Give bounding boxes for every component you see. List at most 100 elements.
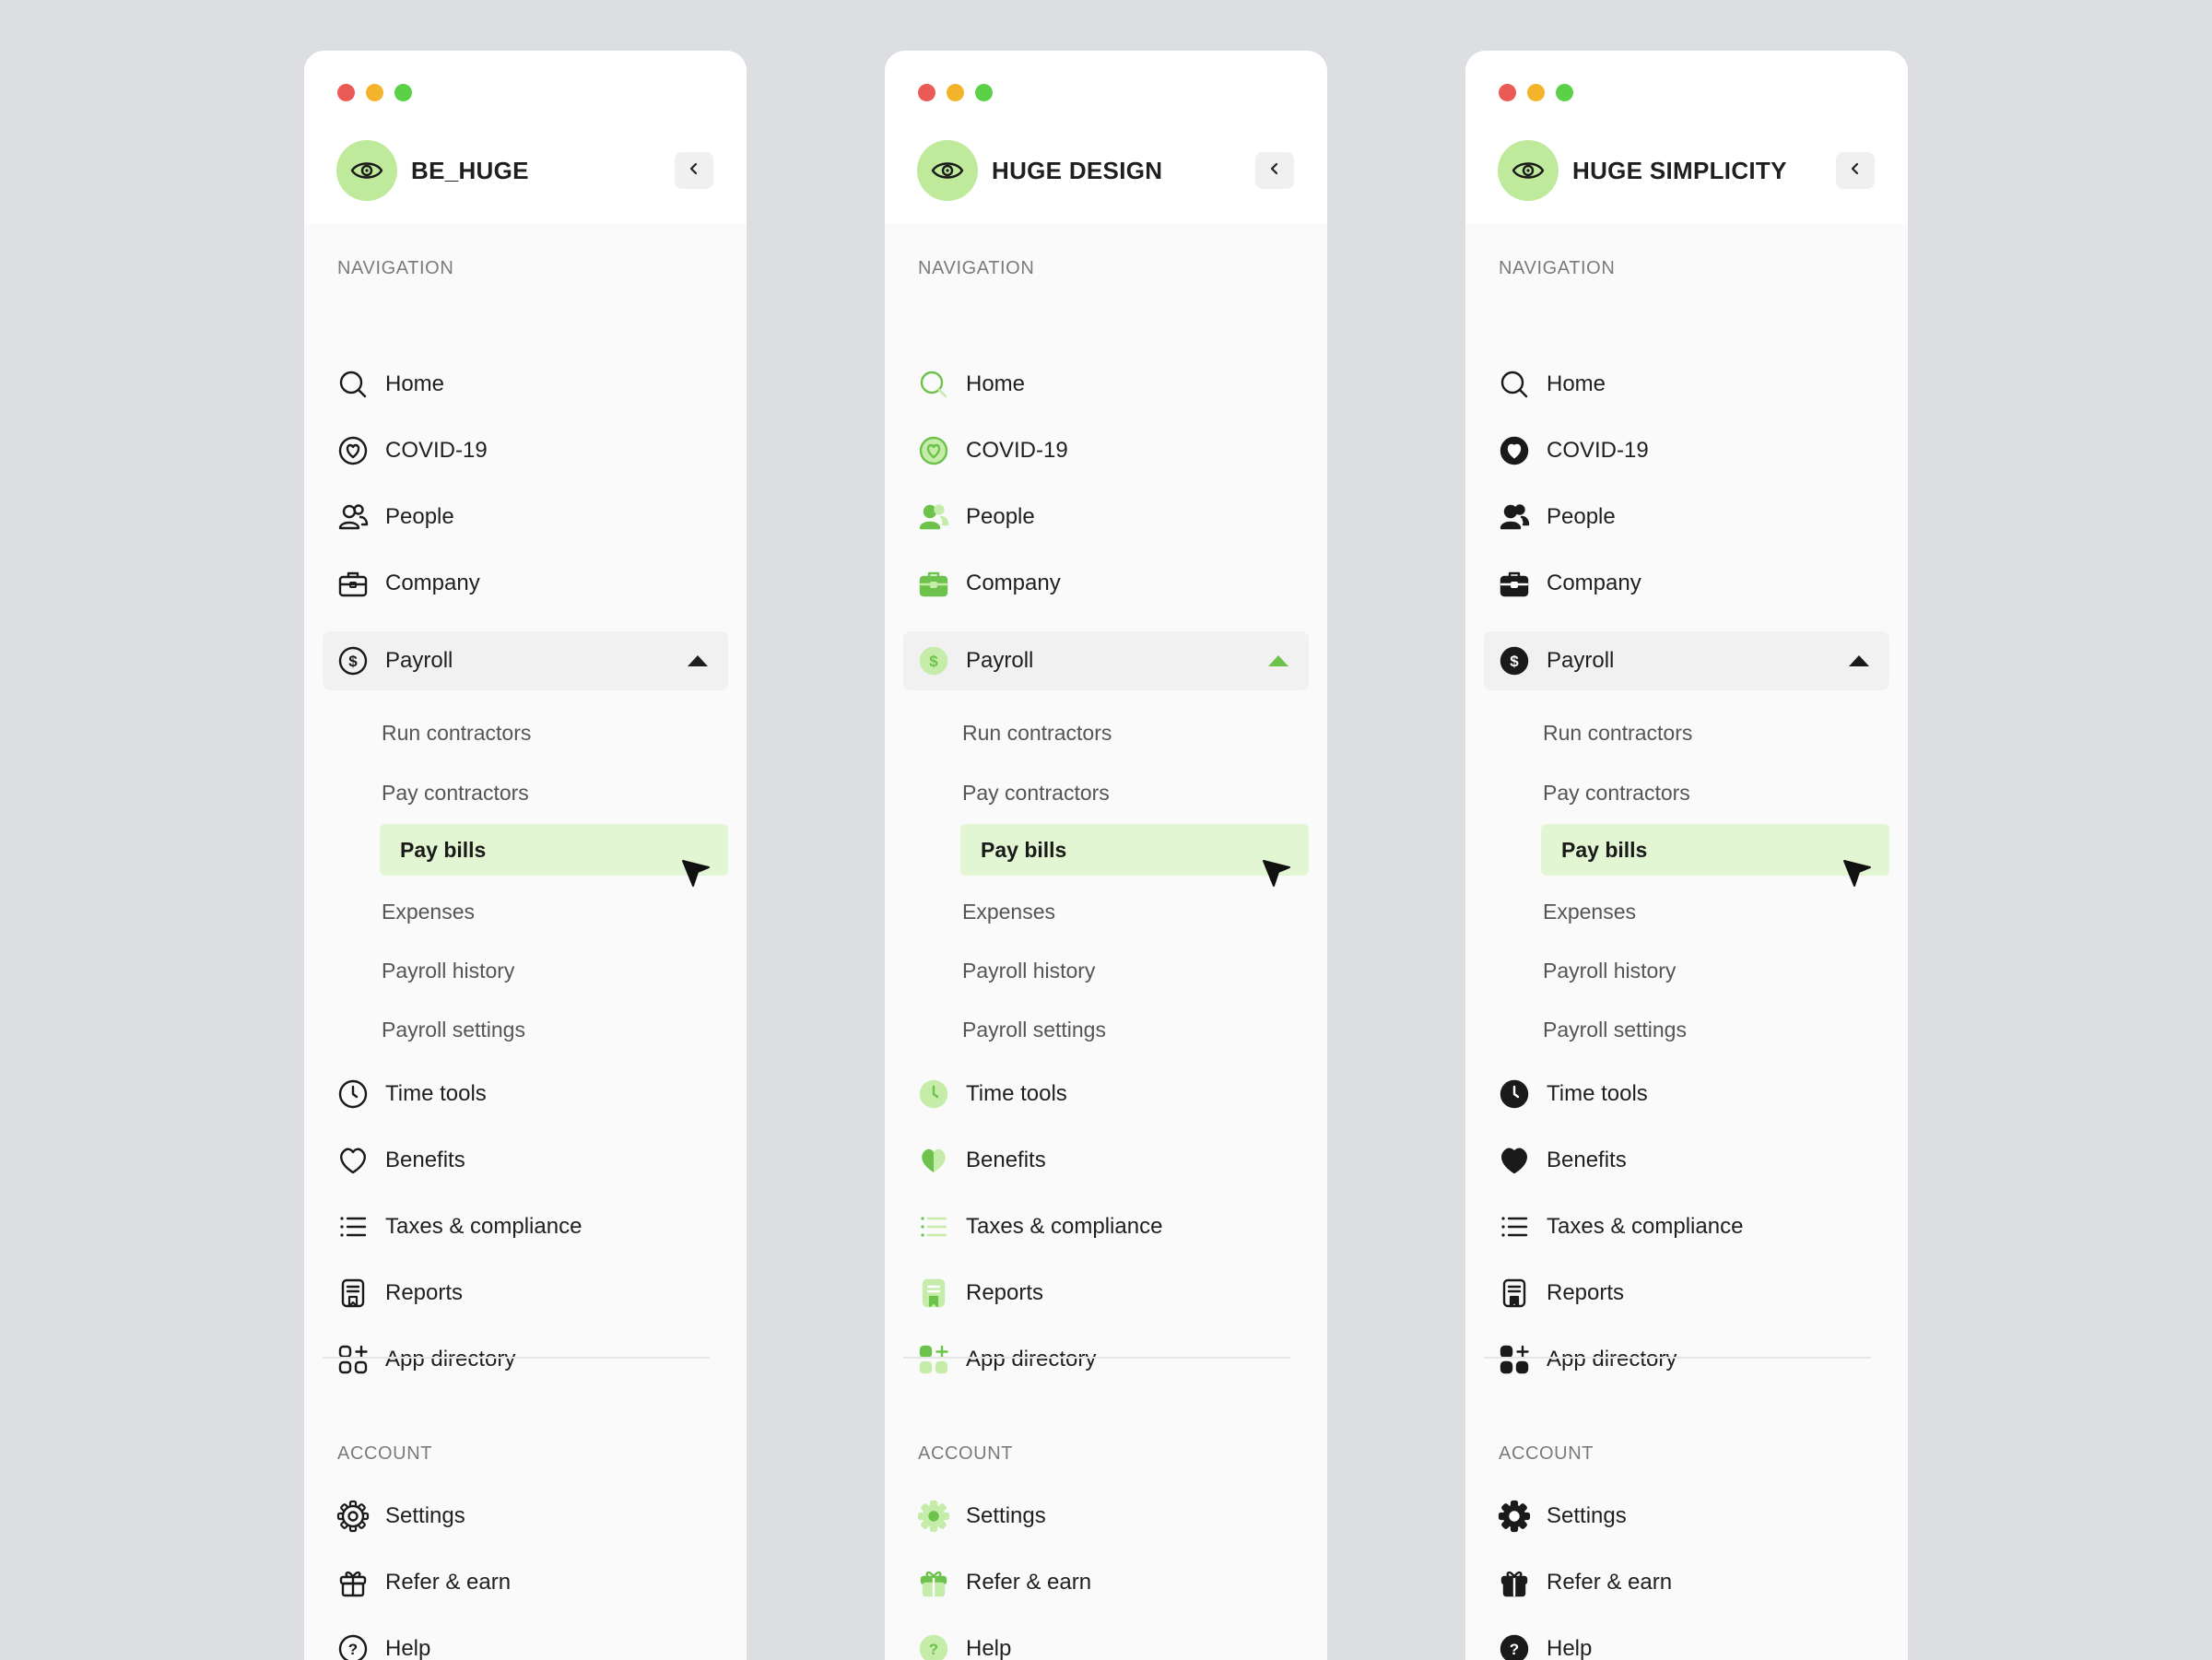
sidebar-item-reports[interactable]: Reports <box>1484 1264 1889 1323</box>
submenu-item-payroll-settings[interactable]: Payroll settings <box>1543 1004 1889 1055</box>
caret-up-icon[interactable] <box>1849 655 1869 666</box>
account-item-refer-earn[interactable]: Refer & earn <box>323 1553 728 1612</box>
account-item-refer-earn[interactable]: Refer & earn <box>903 1553 1309 1612</box>
submenu-item-payroll-history[interactable]: Payroll history <box>962 945 1309 996</box>
submenu-item-run-contractors[interactable]: Run contractors <box>962 707 1309 759</box>
maximize-window-button[interactable] <box>394 84 412 101</box>
sidebar-item-taxes-compliance[interactable]: Taxes & compliance <box>1484 1197 1889 1256</box>
sidebar-item-reports[interactable]: Reports <box>903 1264 1309 1323</box>
submenu-item-pay-bills[interactable]: Pay bills <box>960 824 1309 887</box>
close-window-button[interactable] <box>337 84 355 101</box>
list-icon <box>916 1209 951 1244</box>
account-item-label: Settings <box>385 1503 465 1528</box>
close-window-button[interactable] <box>1499 84 1516 101</box>
submenu-item-pay-bills[interactable]: Pay bills <box>1541 824 1889 887</box>
submenu-item-expenses[interactable]: Expenses <box>1543 886 1889 937</box>
submenu-item-payroll-settings[interactable]: Payroll settings <box>962 1004 1309 1055</box>
maximize-window-button[interactable] <box>975 84 993 101</box>
sidebar-item-app-directory[interactable]: App directory <box>903 1330 1309 1389</box>
sidebar-item-benefits[interactable]: Benefits <box>903 1131 1309 1190</box>
collapse-sidebar-button[interactable] <box>1255 152 1294 189</box>
submenu-item-payroll-history[interactable]: Payroll history <box>382 945 728 996</box>
sidebar-item-company[interactable]: Company <box>323 554 728 613</box>
minimize-window-button[interactable] <box>366 84 383 101</box>
account-item-label: Settings <box>966 1503 1046 1528</box>
account-item-settings[interactable]: Settings <box>1484 1487 1889 1546</box>
help-circle-icon: ? <box>335 1631 371 1660</box>
svg-text:$: $ <box>1510 653 1519 670</box>
account-item-help[interactable]: ? Help <box>1484 1619 1889 1660</box>
account-item-label: Refer & earn <box>385 1570 512 1595</box>
submenu-item-expenses[interactable]: Expenses <box>382 886 728 937</box>
sidebar-item-taxes-compliance[interactable]: Taxes & compliance <box>323 1197 728 1256</box>
submenu-item-run-contractors[interactable]: Run contractors <box>382 707 728 759</box>
sidebar-item-reports[interactable]: Reports <box>323 1264 728 1323</box>
sidebar-item-taxes-compliance[interactable]: Taxes & compliance <box>903 1197 1309 1256</box>
sidebar-item-app-directory[interactable]: App directory <box>323 1330 728 1389</box>
reports-icon <box>335 1276 371 1311</box>
submenu-item-expenses[interactable]: Expenses <box>962 886 1309 937</box>
caret-up-icon[interactable] <box>1268 655 1288 666</box>
sidebar-item-time-tools[interactable]: Time tools <box>323 1065 728 1124</box>
submenu-item-label: Pay bills <box>1561 838 1648 862</box>
submenu-item-label: Run contractors <box>962 721 1112 745</box>
sidebar-item-label: Time tools <box>385 1081 487 1106</box>
submenu-item-payroll-history[interactable]: Payroll history <box>1543 945 1889 996</box>
covid-heart-icon <box>1497 433 1532 468</box>
sidebar-item-label: Payroll <box>966 648 1034 673</box>
submenu-item-label: Payroll history <box>382 959 515 983</box>
gift-icon <box>1497 1565 1532 1600</box>
account-item-label: Help <box>1547 1636 1593 1660</box>
submenu-item-pay-contractors[interactable]: Pay contractors <box>382 767 728 818</box>
sidebar-item-covid-19[interactable]: COVID-19 <box>903 421 1309 480</box>
sidebar-item-app-directory[interactable]: App directory <box>1484 1330 1889 1389</box>
collapse-sidebar-button[interactable] <box>1836 152 1875 189</box>
sidebar-item-covid-19[interactable]: COVID-19 <box>323 421 728 480</box>
account-item-help[interactable]: ? Help <box>903 1619 1309 1660</box>
sidebar-item-label: Benefits <box>966 1148 1046 1172</box>
section-divider <box>1484 1357 1871 1359</box>
sidebar-item-payroll[interactable]: $ Payroll <box>323 631 728 690</box>
account-item-label: Refer & earn <box>1547 1570 1673 1595</box>
sidebar-item-home[interactable]: Home <box>1484 355 1889 414</box>
sidebar-item-label: Reports <box>1547 1280 1625 1305</box>
submenu-item-pay-contractors[interactable]: Pay contractors <box>962 767 1309 818</box>
submenu-item-pay-contractors[interactable]: Pay contractors <box>1543 767 1889 818</box>
sidebar-item-people[interactable]: People <box>1484 488 1889 547</box>
submenu-item-label: Pay contractors <box>382 781 529 805</box>
sidebar-item-home[interactable]: Home <box>903 355 1309 414</box>
sidebar-item-payroll[interactable]: $ Payroll <box>1484 631 1889 690</box>
sidebar-item-people[interactable]: People <box>323 488 728 547</box>
minimize-window-button[interactable] <box>947 84 964 101</box>
submenu-item-payroll-settings[interactable]: Payroll settings <box>382 1004 728 1055</box>
submenu-item-pay-bills[interactable]: Pay bills <box>380 824 728 887</box>
maximize-window-button[interactable] <box>1556 84 1573 101</box>
account-item-settings[interactable]: Settings <box>903 1487 1309 1546</box>
sidebar-item-benefits[interactable]: Benefits <box>1484 1131 1889 1190</box>
submenu-item-run-contractors[interactable]: Run contractors <box>1543 707 1889 759</box>
sidebar-item-company[interactable]: Company <box>1484 554 1889 613</box>
sidebar-item-benefits[interactable]: Benefits <box>323 1131 728 1190</box>
sidebar-item-home[interactable]: Home <box>323 355 728 414</box>
close-window-button[interactable] <box>918 84 935 101</box>
account-item-refer-earn[interactable]: Refer & earn <box>1484 1553 1889 1612</box>
sidebar-item-label: Company <box>966 571 1061 595</box>
sidebar-item-time-tools[interactable]: Time tools <box>1484 1065 1889 1124</box>
submenu-item-label: Payroll history <box>962 959 1096 983</box>
caret-up-icon[interactable] <box>688 655 708 666</box>
sidebar-item-company[interactable]: Company <box>903 554 1309 613</box>
account-item-help[interactable]: ? Help <box>323 1619 728 1660</box>
submenu-item-label: Pay bills <box>981 838 1067 862</box>
account-item-settings[interactable]: Settings <box>323 1487 728 1546</box>
sidebar-item-payroll[interactable]: $ Payroll <box>903 631 1309 690</box>
sidebar-item-covid-19[interactable]: COVID-19 <box>1484 421 1889 480</box>
sidebar-item-people[interactable]: People <box>903 488 1309 547</box>
minimize-window-button[interactable] <box>1527 84 1545 101</box>
sidebar-item-label: COVID-19 <box>385 438 488 463</box>
submenu-item-label: Expenses <box>382 900 476 924</box>
sidebar-item-time-tools[interactable]: Time tools <box>903 1065 1309 1124</box>
collapse-sidebar-button[interactable] <box>675 152 713 189</box>
section-label-account: ACCOUNT <box>1499 1443 1594 1464</box>
submenu-item-label: Pay bills <box>400 838 487 862</box>
svg-text:?: ? <box>929 1641 938 1658</box>
